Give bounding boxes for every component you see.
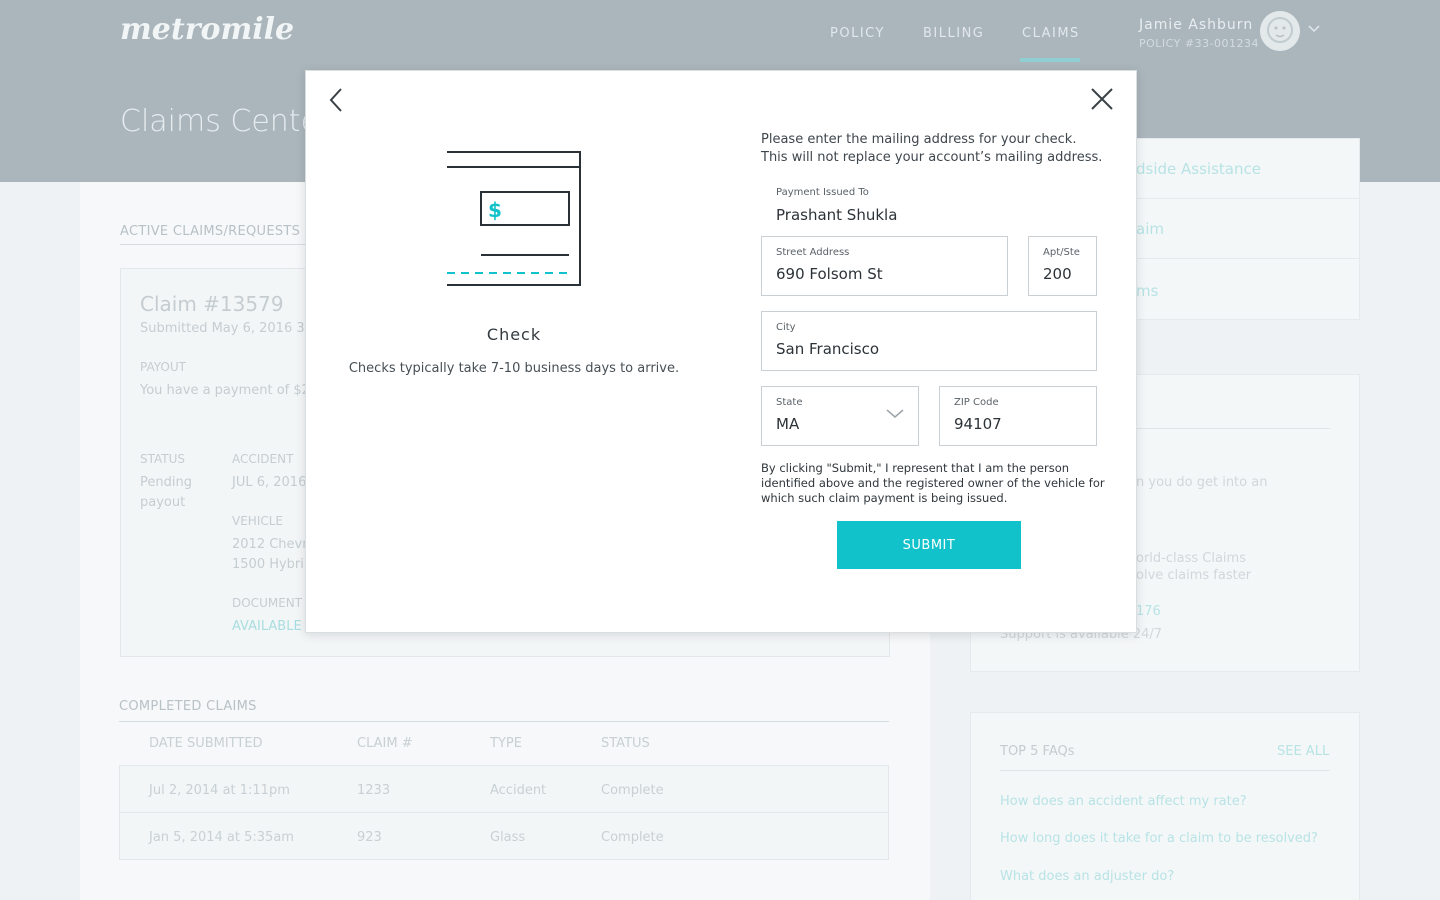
faq-title: TOP 5 FAQs bbox=[1000, 744, 1075, 759]
submit-button[interactable]: SUBMIT bbox=[837, 521, 1021, 569]
check-address-modal: $ Check Checks typically take 7-10 busin… bbox=[305, 70, 1137, 633]
payout-text: You have a payment of $2 bbox=[140, 383, 310, 398]
city-field[interactable]: City bbox=[761, 311, 1097, 371]
payout-label: PAYOUT bbox=[140, 360, 186, 374]
user-avatar[interactable] bbox=[1260, 11, 1300, 51]
table-cell: Glass bbox=[490, 830, 526, 845]
nav-billing[interactable]: BILLING bbox=[923, 26, 984, 41]
nav-claims[interactable]: CLAIMS bbox=[1022, 26, 1080, 41]
divider bbox=[1000, 770, 1330, 771]
table-cell: Accident bbox=[490, 783, 547, 798]
status-value-2: payout bbox=[140, 495, 186, 510]
address-intro: Please enter the mailing address for you… bbox=[761, 131, 1121, 167]
chevron-left-icon bbox=[329, 88, 342, 112]
help-text: olve claims faster bbox=[1136, 568, 1252, 583]
table-cell: 923 bbox=[357, 830, 382, 845]
th-claim: CLAIM # bbox=[357, 736, 413, 751]
street-address-input[interactable] bbox=[776, 265, 996, 283]
state-select[interactable]: State bbox=[761, 386, 919, 446]
payee-label: Payment Issued To bbox=[776, 187, 869, 198]
divider bbox=[119, 721, 889, 722]
th-date: DATE SUBMITTED bbox=[149, 736, 263, 751]
phone-link[interactable]: 176 bbox=[1136, 604, 1161, 619]
table-cell: 1233 bbox=[357, 783, 391, 798]
nav-policy[interactable]: POLICY bbox=[830, 26, 885, 41]
vehicle-line-2: 1500 Hybri bbox=[232, 557, 304, 572]
policy-number: POLICY #33-001234 bbox=[1139, 37, 1260, 50]
nav-active-indicator bbox=[1020, 58, 1080, 62]
chevron-down-icon[interactable] bbox=[1308, 22, 1320, 36]
svg-text:$: $ bbox=[488, 198, 502, 222]
back-button[interactable] bbox=[324, 85, 350, 115]
payment-method-description: Checks typically take 7-10 business days… bbox=[348, 361, 680, 376]
help-text: orld-class Claims bbox=[1136, 551, 1246, 566]
user-name[interactable]: Jamie Ashburn bbox=[1139, 17, 1253, 33]
view-claims-link[interactable]: ms bbox=[1136, 282, 1158, 300]
th-status: STATUS bbox=[601, 736, 650, 751]
claim-submitted: Submitted May 6, 2016 3 bbox=[140, 321, 305, 336]
status-label: STATUS bbox=[140, 452, 186, 466]
active-claims-label: ACTIVE CLAIMS/REQUESTS bbox=[120, 224, 301, 239]
table-row[interactable]: Jul 2, 2014 at 1:11pm bbox=[149, 783, 290, 798]
apt-label: Apt/Ste bbox=[1043, 247, 1080, 258]
vehicle-label: VEHICLE bbox=[232, 514, 283, 528]
accident-date: JUL 6, 2016 bbox=[232, 475, 307, 490]
close-button[interactable] bbox=[1088, 85, 1116, 113]
table-row[interactable]: Jan 5, 2014 at 5:35am bbox=[149, 830, 294, 845]
page-title: Claims Center bbox=[120, 104, 332, 139]
lion-avatar-icon bbox=[1260, 11, 1300, 51]
vehicle-line-1: 2012 Chevr bbox=[232, 537, 308, 552]
apt-field[interactable]: Apt/Ste bbox=[1028, 236, 1097, 296]
submit-disclaimer: By clicking "Submit," I represent that I… bbox=[761, 461, 1105, 505]
metromile-logo[interactable]: metromile bbox=[120, 12, 294, 47]
chevron-down-icon[interactable] bbox=[886, 409, 904, 419]
zip-input[interactable] bbox=[954, 415, 1074, 433]
city-label: City bbox=[776, 322, 796, 333]
claim-id: Claim #13579 bbox=[140, 292, 284, 316]
close-icon bbox=[1091, 88, 1113, 110]
accident-label: ACCIDENT bbox=[232, 452, 294, 466]
see-all-link[interactable]: SEE ALL bbox=[1277, 744, 1329, 759]
divider bbox=[120, 812, 888, 813]
street-address-label: Street Address bbox=[776, 247, 850, 258]
divider bbox=[1136, 198, 1360, 199]
zip-label: ZIP Code bbox=[954, 397, 999, 408]
intro-line-1: Please enter the mailing address for you… bbox=[761, 132, 1077, 147]
divider bbox=[1136, 428, 1330, 429]
help-text: n you do get into an bbox=[1136, 475, 1268, 490]
state-value[interactable] bbox=[776, 415, 866, 433]
table-cell: Complete bbox=[601, 830, 664, 845]
table-cell: Complete bbox=[601, 783, 664, 798]
state-label: State bbox=[776, 397, 803, 408]
intro-line-2: This will not replace your account’s mai… bbox=[761, 150, 1103, 165]
status-value: Pending bbox=[140, 475, 192, 490]
street-address-field[interactable]: Street Address bbox=[761, 236, 1008, 296]
zip-field[interactable]: ZIP Code bbox=[939, 386, 1097, 446]
roadside-assistance-link[interactable]: dside Assistance bbox=[1136, 160, 1261, 178]
faq-link[interactable]: How does an accident affect my rate? bbox=[1000, 794, 1247, 809]
divider bbox=[1136, 258, 1360, 259]
payee-name: Prashant Shukla bbox=[776, 206, 898, 224]
check-icon: $ bbox=[447, 151, 581, 286]
documents-link[interactable]: AVAILABLE bbox=[232, 619, 302, 634]
file-claim-link[interactable]: aim bbox=[1136, 220, 1164, 238]
payment-method-title: Check bbox=[486, 325, 542, 344]
city-input[interactable] bbox=[776, 340, 1076, 358]
apt-input[interactable] bbox=[1043, 265, 1088, 283]
faq-link[interactable]: How long does it take for a claim to be … bbox=[1000, 831, 1318, 846]
faq-link[interactable]: What does an adjuster do? bbox=[1000, 869, 1174, 884]
completed-claims-label: COMPLETED CLAIMS bbox=[119, 699, 257, 714]
documents-label: DOCUMENT bbox=[232, 596, 303, 610]
th-type: TYPE bbox=[490, 736, 522, 751]
